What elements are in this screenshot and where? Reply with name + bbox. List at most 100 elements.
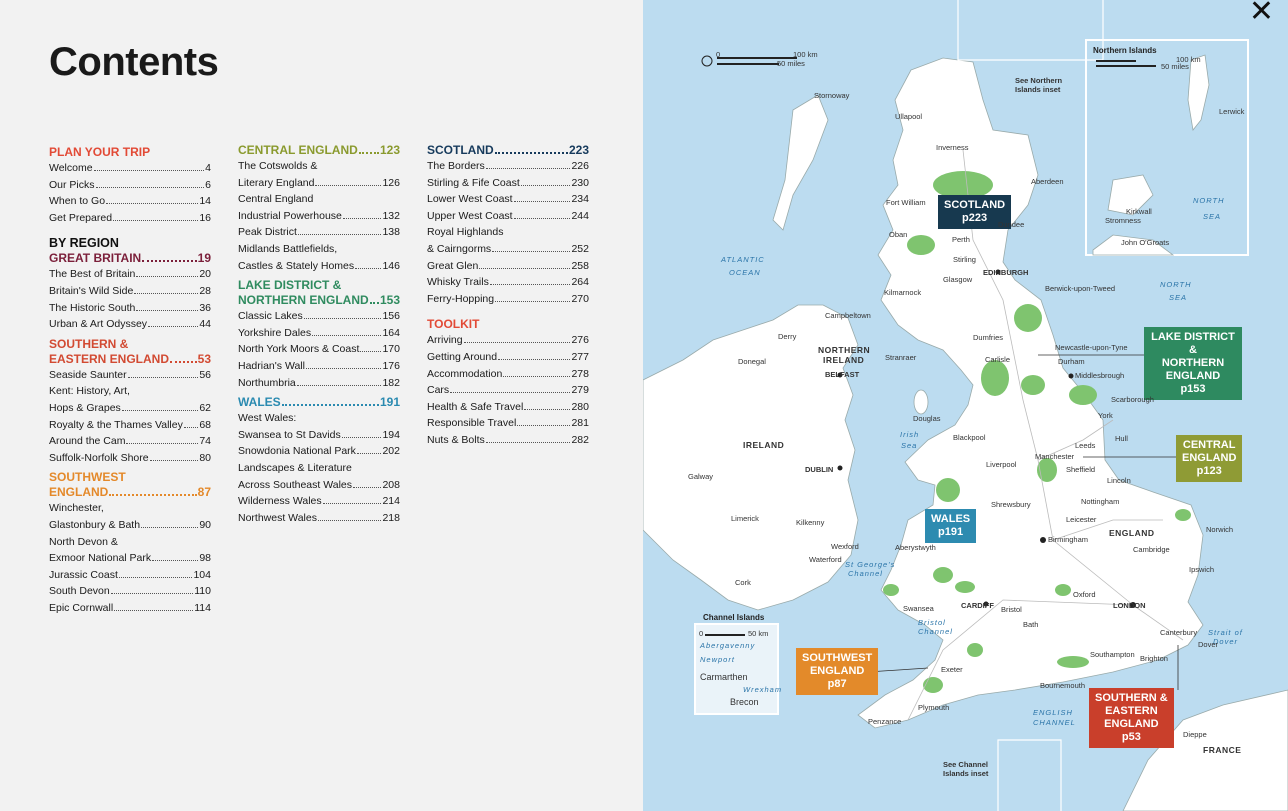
city-cardiff: CARDIFF (961, 601, 994, 610)
toc-entry[interactable]: Get Prepared 16 (49, 210, 211, 227)
city-penzance: Penzance (868, 717, 902, 726)
section-heading-se[interactable]: EASTERN ENGLAND 53 (49, 352, 211, 367)
toc-entry[interactable]: Wilderness Wales 214 (238, 493, 400, 510)
toc-entry[interactable]: Yorkshire Dales 164 (238, 325, 400, 342)
toc-entry[interactable]: Castles & Stately Homes 146 (238, 258, 400, 275)
toc-entry[interactable]: Great Glen 258 (427, 258, 589, 275)
entry-title: Ferry-Hopping (427, 292, 495, 305)
toc-entry[interactable]: Swansea to St Davids 194 (238, 427, 400, 444)
toc-entry[interactable]: Getting Around 277 (427, 349, 589, 366)
toc-entry[interactable]: Arriving 276 (427, 332, 589, 349)
toc-entry[interactable]: Northwest Wales 218 (238, 510, 400, 527)
entry-page: 126 (382, 176, 400, 189)
leader-dots (136, 309, 199, 311)
toc-entry[interactable]: The Historic South 36 (49, 300, 211, 317)
toc-entry[interactable]: Peak District 138 (238, 224, 400, 241)
toc-entry[interactable]: Health & Safe Travel 280 (427, 399, 589, 416)
se-list-1: Seaside Saunter 56 (49, 367, 211, 384)
britain-map-graphic (643, 0, 1288, 811)
section-heading-wales[interactable]: WALES 191 (238, 395, 400, 410)
entry-title: Suffolk-Norfolk Shore (49, 451, 149, 464)
toc-entry[interactable]: & Cairngorms 252 (427, 241, 589, 258)
entry-page: 80 (199, 451, 211, 464)
entry-page: 277 (571, 350, 589, 363)
toc-entry[interactable]: Nuts & Bolts 282 (427, 432, 589, 449)
entry-page: 170 (382, 343, 400, 356)
toc-entry[interactable]: Hadrian's Wall 176 (238, 358, 400, 375)
toc-entry[interactable]: Royalty & the Thames Valley 68 (49, 417, 211, 434)
toc-entry[interactable]: Northumbria 182 (238, 375, 400, 392)
region-label-lake-district[interactable]: LAKE DISTRICT & NORTHERN ENGLAND p153 (1144, 327, 1242, 400)
region-label-southern-eastern[interactable]: SOUTHERN & EASTERN ENGLAND p53 (1089, 688, 1174, 748)
toc-entry[interactable]: Classic Lakes 156 (238, 308, 400, 325)
sw-line-2: North Devon & (49, 535, 118, 548)
toc-entry[interactable]: Welcome 4 (49, 160, 211, 177)
entry-title: Epic Cornwall (49, 601, 114, 614)
entry-title: Urban & Art Odyssey (49, 318, 148, 331)
toc-entry[interactable]: Suffolk-Norfolk Shore 80 (49, 450, 211, 467)
toc-entry[interactable]: Jurassic Coast 104 (49, 567, 211, 584)
entry-page: 20 (199, 268, 211, 281)
toc-entry[interactable]: Around the Cam 74 (49, 433, 211, 450)
wales-line-1: West Wales: (238, 412, 297, 425)
toc-entry[interactable]: The Best of Britain 20 (49, 266, 211, 283)
toc-entry[interactable]: Epic Cornwall 114 (49, 600, 211, 617)
section-heading-sw[interactable]: ENGLAND 87 (49, 485, 211, 500)
northern-islands-title: Northern Islands (1093, 46, 1157, 55)
city-aberdeen: Aberdeen (1031, 177, 1064, 186)
toc-entry[interactable]: Britain's Wild Side 28 (49, 283, 211, 300)
toc-entry[interactable]: Cars 279 (427, 382, 589, 399)
toc-entry[interactable]: South Devon 110 (49, 583, 211, 600)
toc-entry[interactable]: When to Go 14 (49, 193, 211, 210)
toc-entry[interactable]: Industrial Powerhouse 132 (238, 208, 400, 225)
city-edinburgh: EDINBURGH (983, 268, 1029, 277)
toc-entry[interactable]: The Borders 226 (427, 158, 589, 175)
leader-dots (127, 376, 199, 378)
leader-dots (520, 184, 571, 186)
entry-page: 214 (382, 495, 400, 508)
sea-dover-1: Strait of (1208, 628, 1243, 637)
toc-entry[interactable]: Hops & Grapes 62 (49, 400, 211, 417)
region-label-central[interactable]: CENTRAL ENGLAND p123 (1176, 435, 1243, 482)
section-heading-lake[interactable]: NORTHERN ENGLAND 153 (238, 293, 400, 308)
city-carlisle: Carlisle (985, 355, 1011, 364)
entry-page: 281 (571, 417, 589, 430)
close-icon[interactable]: ✕ (1249, 0, 1274, 29)
section-heading-scotland[interactable]: SCOTLAND 223 (427, 143, 589, 158)
leader-dots (463, 342, 571, 344)
toc-entry[interactable]: North York Moors & Coast 170 (238, 341, 400, 358)
city-derry: Derry (778, 332, 797, 341)
toc-entry[interactable]: Whisky Trails 264 (427, 274, 589, 291)
leader-dots (149, 459, 199, 461)
section-heading-central[interactable]: CENTRAL ENGLAND 123 (238, 143, 400, 158)
toc-entry[interactable]: Across Southeast Wales 208 (238, 477, 400, 494)
toc-entry[interactable]: Seaside Saunter 56 (49, 367, 211, 384)
leader-dots (317, 519, 382, 521)
toc-entry[interactable]: Exmoor National Park 98 (49, 550, 211, 567)
toc-entry[interactable]: Stirling & Fife Coast 230 (427, 175, 589, 192)
toc-entry[interactable]: Urban & Art Odyssey 44 (49, 316, 211, 333)
entry-page: 270 (571, 292, 589, 305)
sea-st-georges-2: Channel (848, 569, 883, 578)
sea-atlantic-2: OCEAN (729, 268, 761, 277)
se-list-2: Hops & Grapes 62 Royalty & the Thames Vall… (49, 400, 211, 466)
toc-entry[interactable]: Accommodation 278 (427, 366, 589, 383)
toc-entry[interactable]: Snowdonia National Park 202 (238, 443, 400, 460)
toc-entry[interactable]: Lower West Coast 234 (427, 191, 589, 208)
region-label-southwest[interactable]: SOUTHWEST ENGLAND p87 (796, 648, 879, 695)
section-heading-gb[interactable]: GREAT BRITAIN 19 (49, 251, 211, 266)
entry-page: 74 (199, 435, 211, 448)
region-label-wales[interactable]: WALES p191 (925, 509, 977, 543)
toc-entry[interactable]: Responsible Travel 281 (427, 415, 589, 432)
city-oxford: Oxford (1073, 590, 1096, 599)
toc-entry[interactable]: Glastonbury & Bath 90 (49, 517, 211, 534)
entry-page: 114 (194, 601, 211, 614)
toc-entry[interactable]: Our Picks 6 (49, 177, 211, 194)
se-heading-line1: SOUTHERN & (49, 336, 129, 351)
leader-dots (296, 384, 382, 386)
sw-list: Jurassic Coast 104 South Devon 110 Epic Corn… (49, 567, 211, 617)
toc-entry[interactable]: Upper West Coast 244 (427, 208, 589, 225)
scale-miles: 50 miles (777, 59, 805, 68)
toc-entry[interactable]: Ferry-Hopping 270 (427, 291, 589, 308)
toc-entry[interactable]: Literary England 126 (238, 175, 400, 192)
